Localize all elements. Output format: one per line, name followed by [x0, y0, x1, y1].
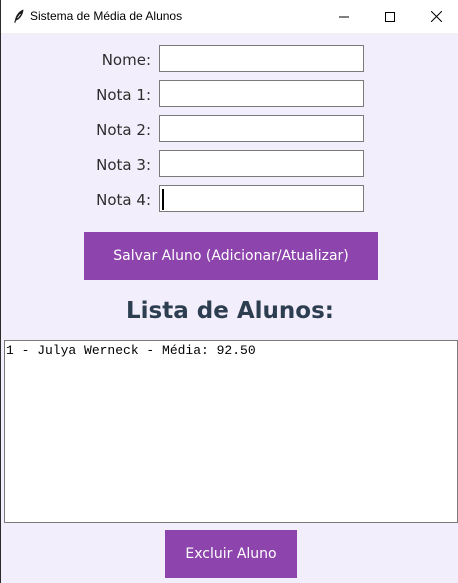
- nome-input[interactable]: [159, 45, 364, 72]
- delete-student-button[interactable]: Excluir Aluno: [165, 530, 297, 578]
- nota4-label: Nota 4:: [96, 191, 151, 209]
- list-item[interactable]: 1 - Julya Werneck - Média: 92.50: [6, 343, 456, 359]
- student-listbox[interactable]: 1 - Julya Werneck - Média: 92.50: [4, 340, 458, 523]
- maximize-icon: [385, 11, 395, 22]
- title-bar[interactable]: Sistema de Média de Alunos: [1, 0, 458, 34]
- nota1-label: Nota 1:: [96, 86, 151, 104]
- maximize-button[interactable]: [367, 0, 413, 33]
- nome-label: Nome:: [101, 51, 151, 69]
- text-cursor: [162, 189, 164, 210]
- close-button[interactable]: [413, 0, 458, 33]
- feather-icon: [11, 8, 27, 24]
- nota1-input[interactable]: [159, 80, 364, 107]
- student-list-title: Lista de Alunos:: [126, 298, 334, 324]
- save-student-button[interactable]: Salvar Aluno (Adicionar/Atualizar): [84, 232, 378, 280]
- minimize-button[interactable]: [321, 0, 367, 33]
- window-title: Sistema de Média de Alunos: [30, 9, 183, 23]
- nota4-input[interactable]: [159, 185, 364, 212]
- nota3-label: Nota 3:: [96, 156, 151, 174]
- nota3-input[interactable]: [159, 150, 364, 177]
- close-icon: [430, 11, 442, 22]
- nota2-label: Nota 2:: [96, 121, 151, 139]
- minimize-icon: [339, 16, 349, 17]
- nota2-input[interactable]: [159, 115, 364, 142]
- app-window: Sistema de Média de Alunos Nome: Nota 1:…: [0, 0, 458, 583]
